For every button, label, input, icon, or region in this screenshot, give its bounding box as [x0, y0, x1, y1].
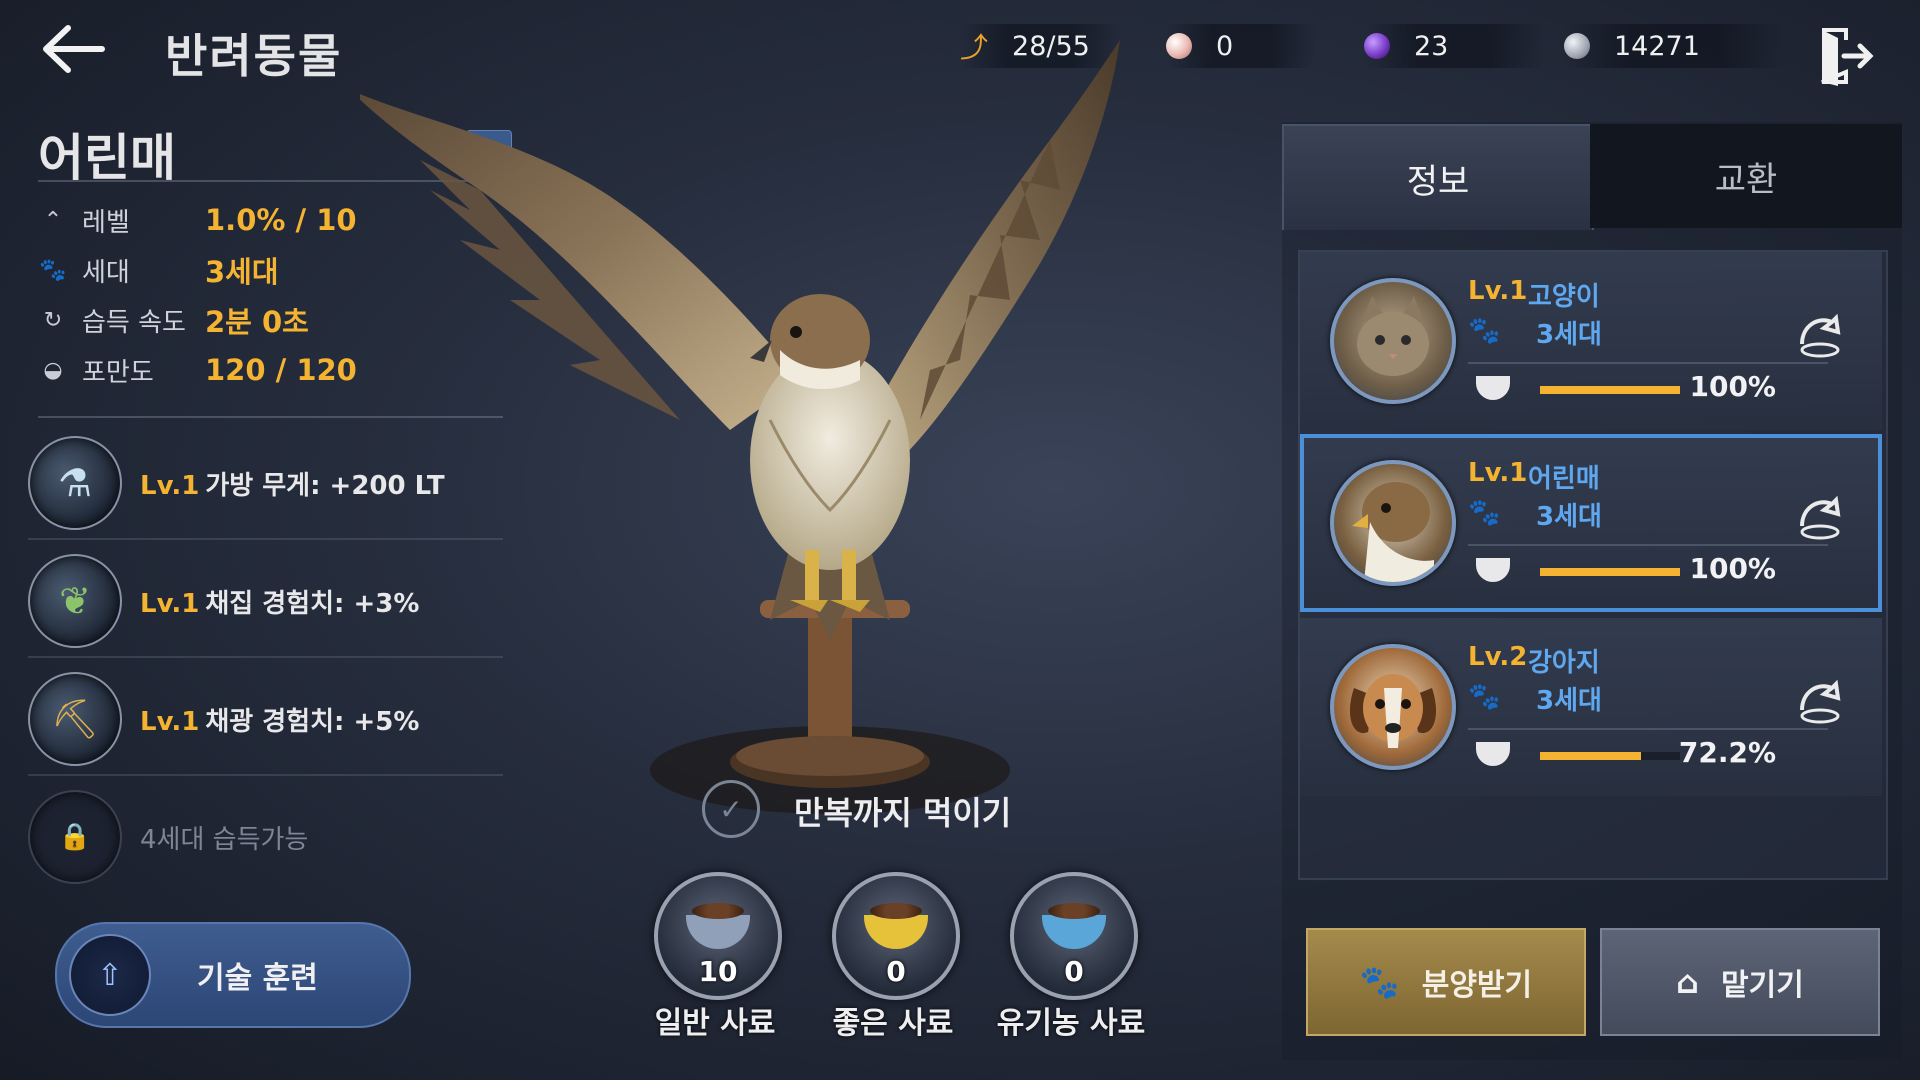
pet-list-item-dog[interactable]: Lv.2 강아지 🐾 3세대 72.2% [1300, 618, 1882, 796]
exit-door-icon [1821, 28, 1874, 86]
satiety-bar [1540, 386, 1680, 394]
stat-generation: 🐾 세대 3세대 [39, 255, 279, 289]
home-icon: ⌂ [1676, 963, 1700, 1001]
release-pet-icon[interactable] [1792, 490, 1848, 546]
satiety-bar [1540, 568, 1680, 576]
bag-weight-skill-icon: ⚗ [28, 436, 122, 530]
food-bowl-icon [686, 903, 750, 949]
food-normal-button[interactable]: 10 [654, 872, 782, 1000]
back-arrow-icon [43, 25, 105, 73]
satiety-bar [1540, 752, 1680, 760]
skill-training-button[interactable]: ⇧ 기술 훈련 [55, 922, 411, 1028]
refresh-icon: ↻ [43, 307, 63, 333]
stat-level: ⌃ 레벨 1.0% / 10 [38, 198, 357, 242]
food-good-label: 좋은 사료 [832, 1006, 954, 1041]
paw-icon: 🐾 [1359, 963, 1400, 1001]
hawk-portrait [1330, 460, 1456, 586]
cat-portrait [1330, 278, 1456, 404]
food-normal-label: 일반 사료 [654, 1006, 776, 1041]
adopt-button[interactable]: 🐾 분양받기 [1306, 928, 1586, 1036]
mining-skill-icon: ⛏ [28, 672, 122, 766]
feed-until-full-label: 만복까지 먹이기 [794, 794, 1012, 832]
food-organic-button[interactable]: 0 [1010, 872, 1138, 1000]
pet-list-item-cat[interactable]: Lv.1 고양이 🐾 3세대 100% [1300, 252, 1882, 430]
paw-icon: 🐾 [39, 257, 67, 283]
paw-icon: 🐾 [1468, 498, 1501, 528]
silver-coin-icon [1564, 33, 1590, 59]
paw-icon: 🐾 [1468, 316, 1501, 346]
pet-hawk-model [360, 40, 1120, 814]
currency-silver: 14271 [1564, 24, 1784, 68]
back-button[interactable] [38, 22, 108, 77]
check-icon: ✓ [719, 792, 743, 826]
release-pet-icon[interactable] [1792, 674, 1848, 730]
dog-portrait [1330, 644, 1456, 770]
release-pet-icon[interactable] [1792, 308, 1848, 364]
food-bowl-icon [1042, 903, 1106, 949]
tab-exchange[interactable]: 교환 [1590, 124, 1902, 228]
purple-gem-icon [1364, 33, 1390, 59]
upgrade-arrow-icon: ⇧ [69, 934, 151, 1016]
lock-icon: 🔒 [28, 790, 122, 884]
page-title: 반려동물 [165, 29, 343, 83]
stat-satiety: ◒ 포만도 120 / 120 [38, 348, 356, 392]
food-bowl-icon [1476, 558, 1510, 582]
currency-gem: 23 [1364, 24, 1544, 68]
tab-info[interactable]: 정보 [1282, 124, 1594, 230]
food-bowl-icon [1476, 742, 1510, 766]
exit-button[interactable] [1816, 26, 1876, 86]
food-bowl-icon [1476, 376, 1510, 400]
paw-icon: 🐾 [1468, 682, 1501, 712]
gathering-skill-icon: ❦ [28, 554, 122, 648]
food-bowl-icon [864, 903, 928, 949]
level-chevron-icon: ⌃ [43, 207, 63, 233]
food-bowl-icon: ◒ [43, 357, 63, 383]
store-button[interactable]: ⌂ 맡기기 [1600, 928, 1880, 1036]
food-organic-label: 유기농 사료 [996, 1006, 1146, 1041]
food-good-button[interactable]: 0 [832, 872, 960, 1000]
stat-speed: ↻ 습득 속도 2분 0초 [38, 298, 309, 342]
feed-until-full-checkbox[interactable]: ✓ [702, 780, 760, 838]
pet-list-item-hawk[interactable]: Lv.1 어린매 🐾 3세대 100% [1300, 434, 1882, 612]
